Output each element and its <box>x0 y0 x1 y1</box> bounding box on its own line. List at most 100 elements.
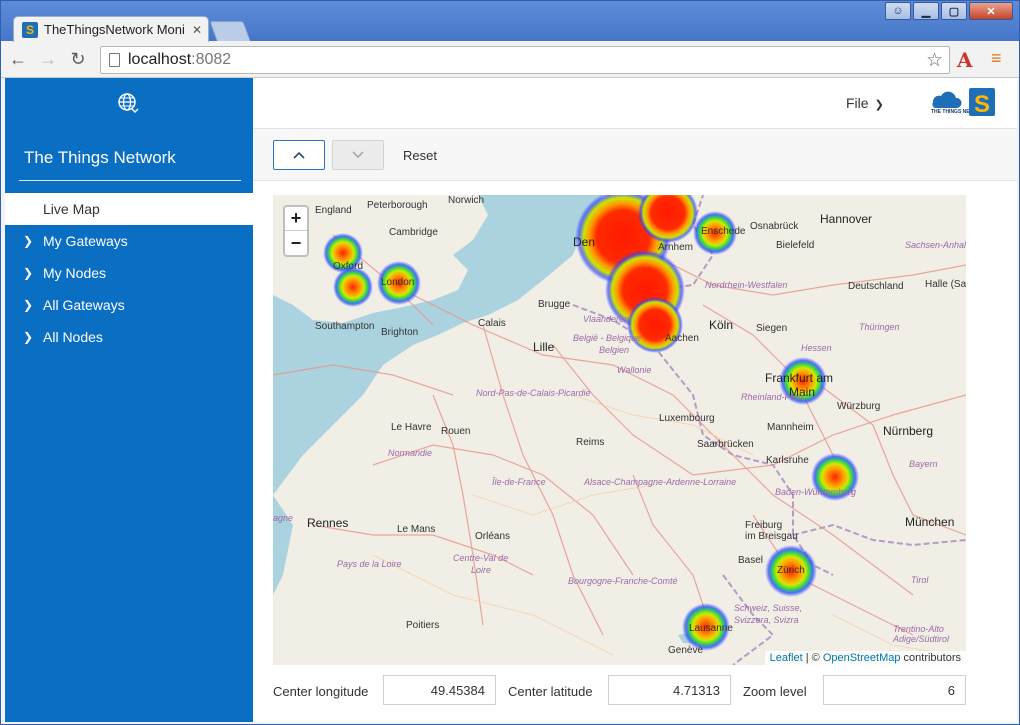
place-aachen: Aachen <box>665 333 699 344</box>
place-norwich: Norwich <box>448 195 485 206</box>
chevron-right-icon: ❯ <box>23 266 34 280</box>
place-mannheim: Mannheim <box>767 422 814 433</box>
zoom-in-button[interactable]: + <box>285 207 307 231</box>
place-osnabruck: Osnabrück <box>750 221 799 232</box>
file-menu[interactable]: File ❯ <box>846 95 884 111</box>
zoom-out-button[interactable]: − <box>285 231 307 255</box>
zoom-level-label: Zoom level <box>743 684 807 699</box>
zoom-control: + − <box>283 205 309 257</box>
place-vlaanderen: Vlaanderen <box>583 314 630 324</box>
place-hessen: Hessen <box>801 343 832 353</box>
center-latitude-label: Center latitude <box>508 684 593 699</box>
place-nrw: Nordrhein-Westfalen <box>705 280 788 290</box>
place-poitiers: Poitiers <box>406 620 440 631</box>
close-window-button[interactable]: ✕ <box>969 2 1013 20</box>
place-breisgau: im Breisgau <box>745 531 798 542</box>
place-peterborough: Peterborough <box>367 200 428 211</box>
place-freiburg: Freiburg <box>745 520 783 531</box>
forward-arrow-icon[interactable]: → <box>35 49 61 70</box>
top-bar: File ❯ THE THINGS NETWORK S <box>253 78 1017 129</box>
openstreetmap-link[interactable]: OpenStreetMap <box>823 652 901 664</box>
bookmark-star-icon[interactable]: ☆ <box>926 49 943 72</box>
browser-window: S TheThingsNetwork Monito ✕ ☺ ▁ ▢ ✕ ← → … <box>0 0 1020 725</box>
ttn-favicon-icon: S <box>22 21 38 38</box>
center-longitude-input[interactable] <box>383 675 496 705</box>
back-arrow-icon[interactable]: ← <box>5 49 31 70</box>
place-southampton: Southampton <box>315 321 375 332</box>
place-munchen: München <box>905 515 955 529</box>
place-ile-de-france: Île-de-France <box>492 477 546 487</box>
place-karlsruhe: Karlsruhe <box>766 455 809 466</box>
browser-menu-icon[interactable]: ≡ <box>991 48 1002 69</box>
sidebar-item-my-gateways[interactable]: ❯ My Gateways <box>5 225 253 257</box>
place-rouen: Rouen <box>441 426 471 437</box>
place-geneve: Genève <box>668 645 704 656</box>
place-orleans: Orléans <box>475 531 511 542</box>
place-trentino: Trentino-Alto <box>893 624 944 634</box>
new-tab-button[interactable] <box>209 21 251 41</box>
svg-text:S: S <box>974 91 990 118</box>
place-rennes: Rennes <box>307 516 349 530</box>
sidebar-title: The Things Network <box>24 148 176 167</box>
globe-icon[interactable] <box>117 92 139 114</box>
place-brugge: Brugge <box>538 299 571 310</box>
chevron-right-icon: ❯ <box>23 234 34 248</box>
place-basel: Basel <box>738 555 764 566</box>
zoom-level-input[interactable] <box>823 675 966 705</box>
place-nurnberg: Nürnberg <box>883 424 934 438</box>
collapse-up-button[interactable] <box>273 140 325 170</box>
attribution-tail: contributors <box>900 652 961 664</box>
sidebar-item-my-nodes[interactable]: ❯ My Nodes <box>5 257 253 289</box>
live-map[interactable]: Peterborough Norwich England Cambridge O… <box>273 195 966 665</box>
place-brighton: Brighton <box>381 327 419 338</box>
place-le-havre: Le Havre <box>391 422 432 433</box>
chevron-down-icon: ❯ <box>874 99 884 111</box>
file-menu-label: File <box>846 95 869 111</box>
place-wallonie: Wallonie <box>617 365 652 375</box>
place-enschede: Enschede <box>701 226 746 237</box>
sidebar: The Things Network Live Map ❯ My Gateway… <box>5 78 253 722</box>
place-koln: Köln <box>709 318 734 332</box>
place-alsace: Alsace-Champagne-Ardenne-Lorraine <box>584 477 737 487</box>
place-lausanne: Lausanne <box>689 623 733 634</box>
url-port: :8082 <box>191 51 232 68</box>
address-bar[interactable]: localhost :8082 ☆ <box>100 46 950 74</box>
sidebar-item-label: All Nodes <box>43 329 103 345</box>
place-bretagne: agne <box>273 513 294 523</box>
center-latitude-input[interactable] <box>608 675 731 705</box>
maximize-button[interactable]: ▢ <box>941 2 967 20</box>
chevron-right-icon: ❯ <box>23 298 34 312</box>
sidebar-item-label: My Nodes <box>43 265 107 281</box>
leaflet-link[interactable]: Leaflet <box>770 652 803 664</box>
minimize-button[interactable]: ▁ <box>913 2 939 20</box>
sidebar-item-all-gateways[interactable]: ❯ All Gateways <box>5 289 253 321</box>
sidebar-divider <box>19 180 241 181</box>
attribution-separator: | © <box>802 652 823 664</box>
place-schweiz: Schweiz, Suisse, <box>734 603 803 613</box>
user-profile-icon[interactable]: ☺ <box>885 2 911 20</box>
reload-icon[interactable]: ↻ <box>65 49 91 70</box>
map-controls-bar: Reset <box>253 129 1017 181</box>
tab-close-icon[interactable]: ✕ <box>192 23 202 37</box>
place-siegen: Siegen <box>756 323 788 334</box>
place-wurzburg: Würzburg <box>837 401 881 412</box>
place-saarbrucken: Saarbrücken <box>697 439 754 450</box>
pdf-extension-icon[interactable]: A <box>957 48 973 72</box>
map-tiles <box>273 195 966 665</box>
chevron-down-icon <box>352 151 364 159</box>
sidebar-item-label: My Gateways <box>43 233 128 249</box>
sidebar-item-all-nodes[interactable]: ❯ All Nodes <box>5 321 253 353</box>
place-halle: Halle (Saal <box>925 279 966 290</box>
place-bourgogne: Bourgogne-Franche-Comté <box>568 576 678 586</box>
place-rheinland-pfalz: Rheinland-Pfalz <box>741 392 805 402</box>
place-deutschland: Deutschland <box>848 281 904 292</box>
expand-down-button[interactable] <box>332 140 384 170</box>
sidebar-item-live-map[interactable]: Live Map <box>5 193 253 225</box>
place-frankfurt: Frankfurt am <box>765 371 834 385</box>
place-hannover: Hannover <box>820 212 873 226</box>
place-luxembourg: Luxembourg <box>659 413 715 424</box>
reset-button[interactable]: Reset <box>403 148 437 163</box>
browser-tab[interactable]: S TheThingsNetwork Monito ✕ <box>13 16 209 42</box>
place-reims: Reims <box>576 437 605 448</box>
chevron-up-icon <box>293 151 305 159</box>
